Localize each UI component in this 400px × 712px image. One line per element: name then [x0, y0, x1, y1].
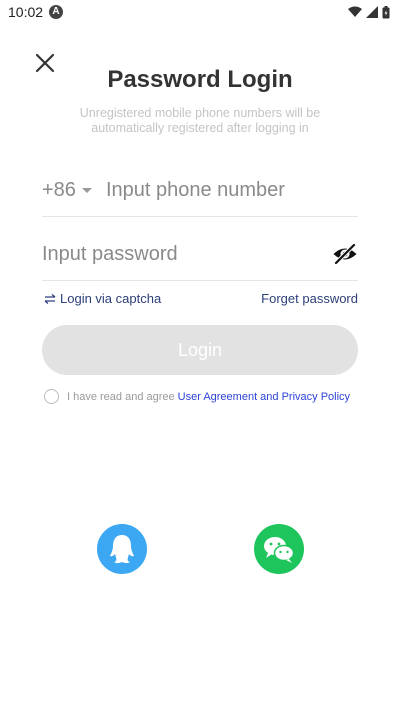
wifi-icon [348, 6, 362, 17]
page-title: Password Login [107, 66, 293, 93]
status-left: 10:02 A [8, 4, 64, 20]
phone-field-row: +86 [42, 164, 371, 217]
battery-icon [382, 5, 390, 18]
wechat-icon [264, 537, 295, 563]
subtitle-line-1: Unregistered mobile phone numbers will b… [79, 106, 321, 120]
country-code-dropdown-icon[interactable] [81, 187, 92, 193]
password-field-row [42, 228, 358, 281]
agreement-row: I have read and agree User Agreement and… [44, 389, 350, 404]
login-via-captcha-label: Login via captcha [60, 291, 162, 306]
wechat-login-button[interactable] [254, 524, 304, 574]
qq-login-button[interactable] [97, 524, 147, 574]
phone-input[interactable] [105, 178, 371, 202]
status-right [348, 5, 390, 19]
password-input[interactable] [42, 242, 332, 266]
subtitle-line-2: automatically registered after logging i… [91, 121, 309, 135]
status-time: 10:02 [8, 4, 44, 20]
swap-icon [44, 293, 56, 304]
qq-icon [110, 535, 134, 564]
signal-icon [366, 6, 378, 18]
agreement-radio[interactable] [44, 389, 59, 404]
login-via-captcha-link[interactable]: Login via captcha [44, 291, 161, 306]
status-bar: 10:02 A [0, 0, 400, 24]
forget-password-link[interactable]: Forget password [261, 291, 358, 306]
agreement-link[interactable]: User Agreement and Privacy Policy [178, 391, 350, 403]
app-notification-icon: A [49, 5, 64, 19]
login-button[interactable]: Login [42, 325, 358, 375]
page-subtitle: Unregistered mobile phone numbers will b… [0, 106, 400, 136]
agreement-text: I have read and agree [67, 390, 175, 403]
eye-off-icon[interactable] [332, 241, 358, 267]
country-code-selector[interactable]: +86 [42, 179, 76, 202]
